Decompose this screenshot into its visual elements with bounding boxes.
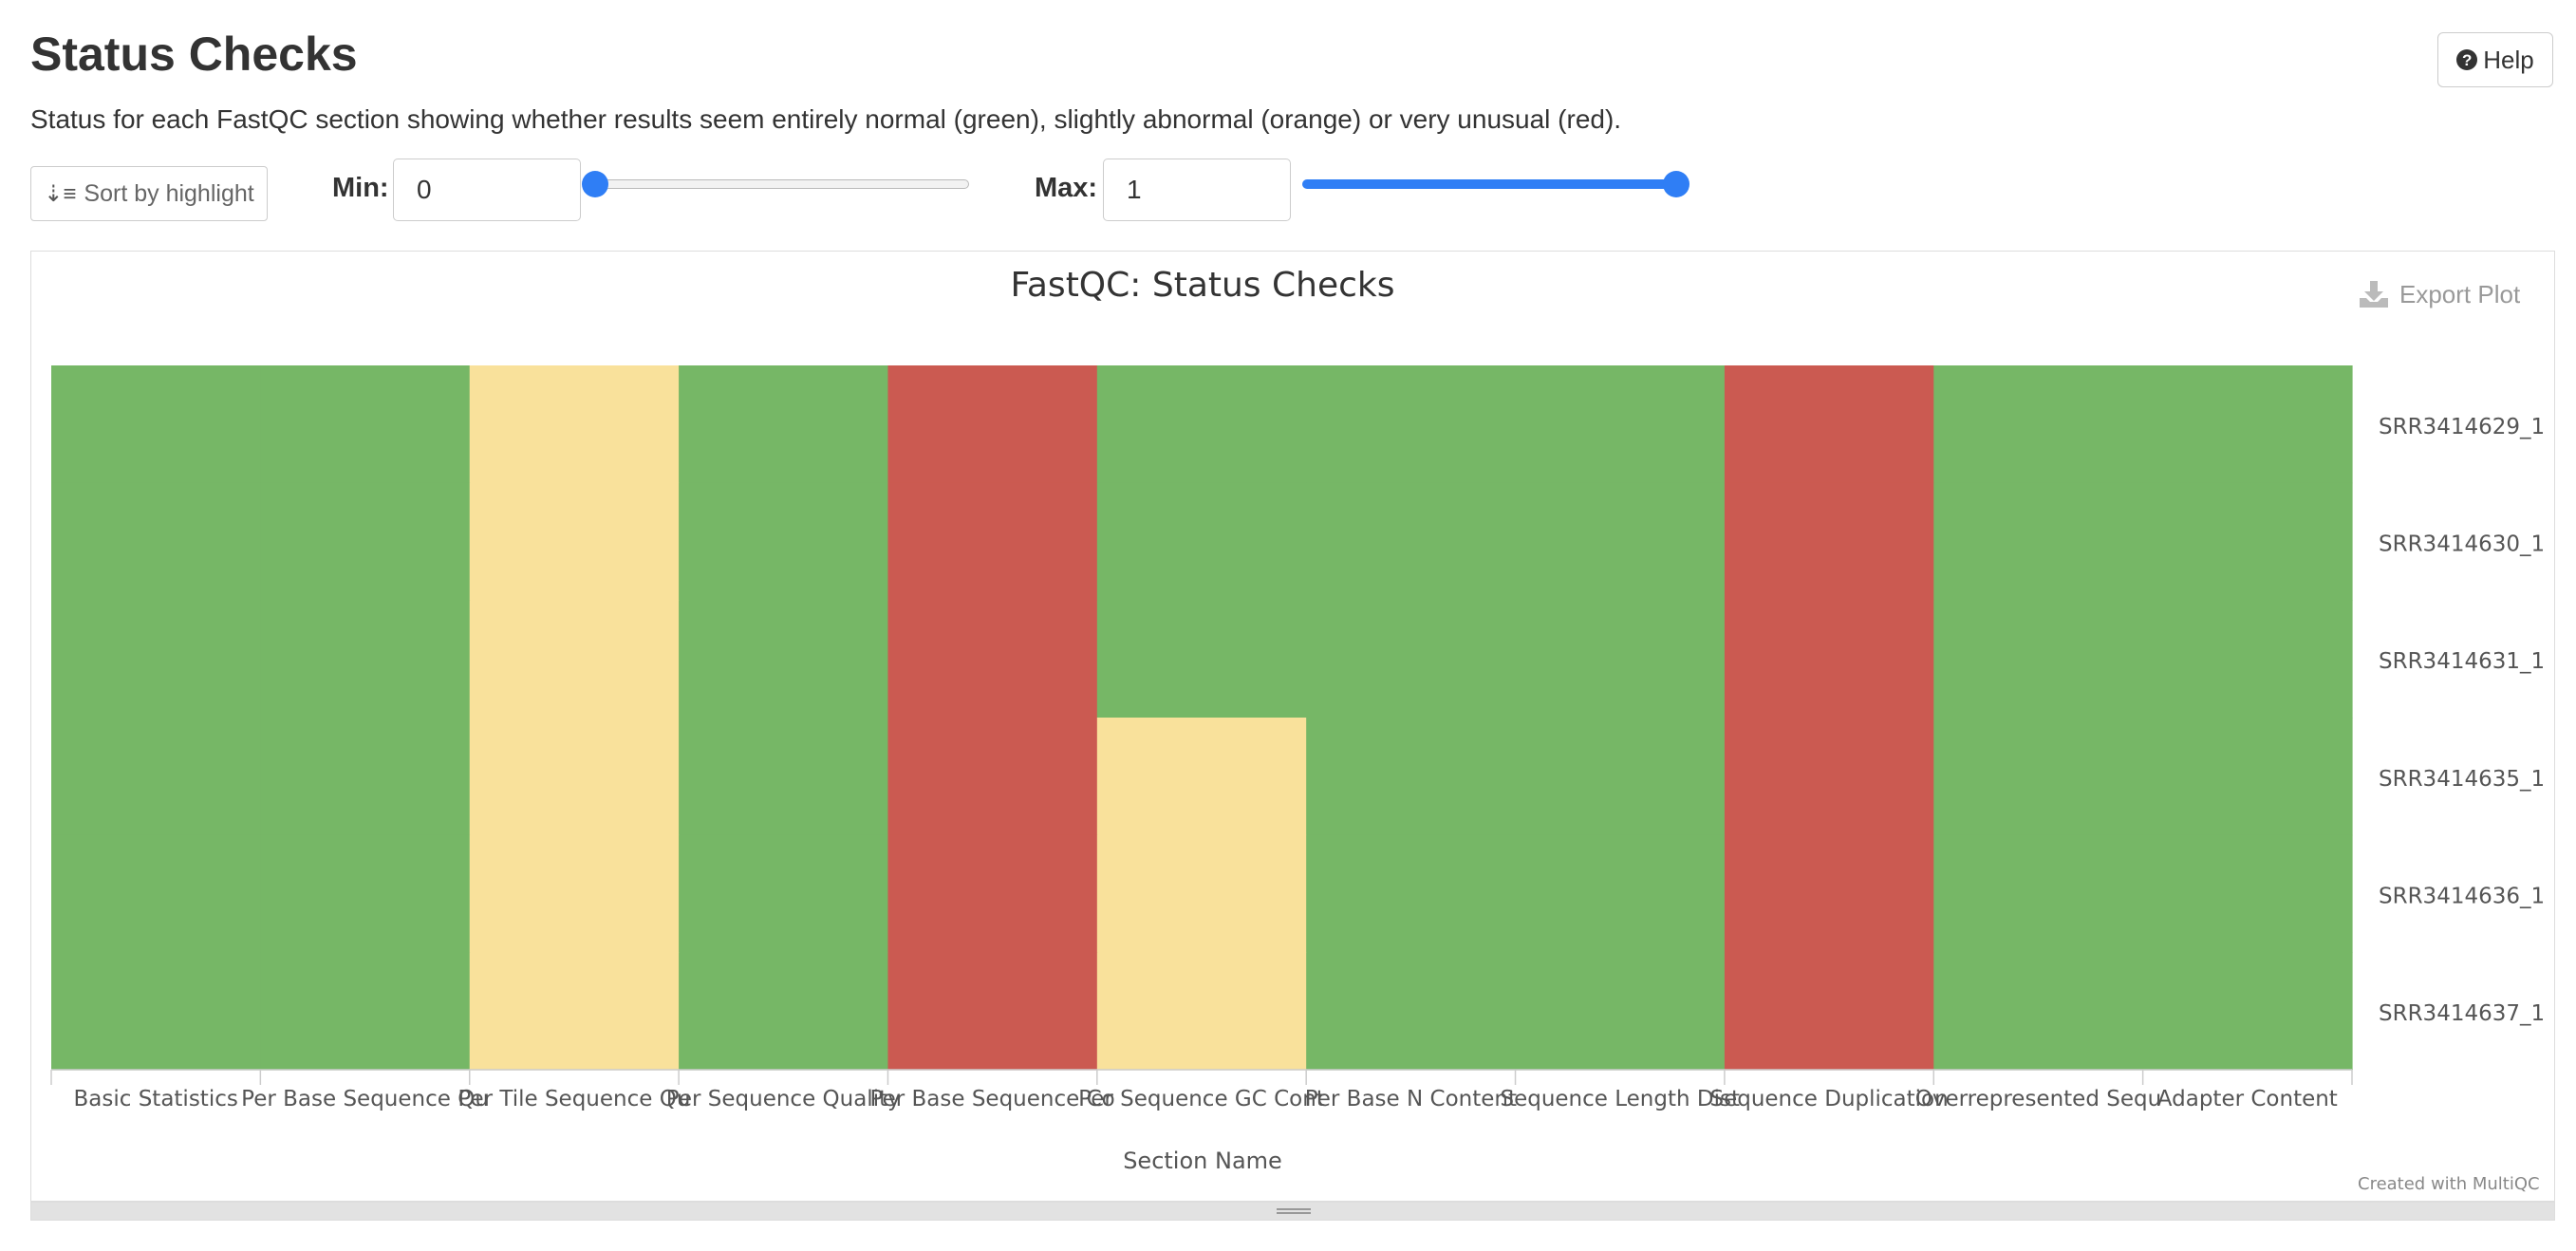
export-plot-label: Export Plot [2399, 279, 2521, 308]
heatmap-cell [2142, 600, 2353, 719]
heatmap-cell [1724, 718, 1934, 836]
x-tick-label: Sequence Length Dist [1500, 1087, 1740, 1111]
heatmap-cell [260, 600, 471, 719]
y-tick-label: SRR3414635_1 [2379, 767, 2545, 792]
heatmap-cell [469, 482, 680, 601]
heatmap-cell [679, 482, 889, 601]
heatmap-cell [469, 834, 680, 953]
y-tick-label: SRR3414630_1 [2379, 532, 2545, 557]
heatmap-cell [1515, 952, 1726, 1071]
heatmap-cell [51, 952, 261, 1071]
export-plot-button[interactable]: Export Plot [2358, 275, 2520, 313]
heatmap-cell [1515, 718, 1726, 836]
grip-line [1277, 1208, 1311, 1210]
heatmap-cell [469, 718, 680, 836]
heatmap-cell [1933, 952, 2144, 1071]
heatmap-cell [1724, 952, 1934, 1071]
multiqc-credit: Created with MultiQC [2358, 1174, 2540, 1194]
heatmap-cell [1306, 482, 1517, 601]
heatmap-cell [51, 718, 261, 836]
heatmap-cell [469, 600, 680, 719]
heatmap-cell [51, 834, 261, 953]
heatmap-cell [1096, 482, 1307, 601]
heatmap-cell [260, 365, 471, 484]
y-tick-label: SRR3414629_1 [2379, 415, 2545, 439]
heatmap-cell [679, 365, 889, 484]
heatmap-cell [2142, 365, 2353, 484]
heatmap-cell [1515, 834, 1726, 953]
heatmap-cell [1515, 365, 1726, 484]
heatmap-cell [1306, 600, 1517, 719]
x-tick-label: Per Base Sequence Qu [241, 1087, 489, 1111]
heatmap-cell [887, 952, 1098, 1071]
download-icon [2360, 281, 2388, 308]
heatmap-cell [1096, 834, 1307, 953]
heatmap-cell [679, 834, 889, 953]
heatmap-cell [1515, 600, 1726, 719]
heatmap-cell [1933, 718, 2144, 836]
y-tick-label: SRR3414636_1 [2379, 885, 2545, 909]
x-tick-label: Basic Statistics [74, 1087, 238, 1111]
plot-resize-handle[interactable] [30, 1202, 2555, 1221]
heatmap-cell [1724, 600, 1934, 719]
heatmap-cell [1096, 600, 1307, 719]
heatmap-cell [260, 718, 471, 836]
x-tick-label: Adapter Content [2157, 1087, 2338, 1111]
heatmap-cell [2142, 834, 2353, 953]
heatmap-cell [1515, 482, 1726, 601]
heatmap-cell [1933, 482, 2144, 601]
heatmap-cell [1933, 834, 2144, 953]
heatmap-cell [1096, 952, 1307, 1071]
x-tick-label: Overrepresented Sequ [1915, 1087, 2161, 1111]
heatmap-cell [1933, 365, 2144, 484]
heatmap-cell [887, 834, 1098, 953]
heatmap-cell [887, 600, 1098, 719]
heatmap-cell [1306, 718, 1517, 836]
heatmap-cell [1306, 952, 1517, 1071]
heatmap-cell [1306, 365, 1517, 484]
heatmap-cell [887, 718, 1098, 836]
heatmap-cell [469, 365, 680, 484]
y-tick-label: SRR3414631_1 [2379, 649, 2545, 674]
status-heatmap: FastQC: Status Checks SRR3414629_1 SRR3414… [50, 266, 2545, 1174]
heatmap-cell [2142, 482, 2353, 601]
heatmap-cell [51, 365, 261, 484]
heatmap-cell [1933, 600, 2144, 719]
heatmap-cell [887, 365, 1098, 484]
status-checks-page: Status Checks ? Help Status for each Fas… [0, 0, 2576, 1251]
grip-line [1277, 1212, 1311, 1214]
x-tick-label: Per Sequence GC Cont [1078, 1087, 1325, 1111]
heatmap-cell [1724, 365, 1934, 484]
heatmap-cell [1306, 834, 1517, 953]
heatmap-cell [1096, 718, 1307, 836]
heatmap-cell [469, 952, 680, 1071]
heatmap-cell [2142, 718, 2353, 836]
x-axis-title: Section Name [1123, 1148, 1282, 1174]
heatmap-cell [1724, 482, 1934, 601]
heatmap-cell [2142, 952, 2353, 1071]
x-tick-label: Sequence Duplication [1709, 1087, 1948, 1111]
heatmap-cell [1096, 365, 1307, 484]
heatmap-cell [679, 718, 889, 836]
heatmap-cell [679, 600, 889, 719]
heatmap-cell [260, 834, 471, 953]
heatmap-cell [887, 482, 1098, 601]
heatmap-cell [1724, 834, 1934, 953]
heatmap-cell [679, 952, 889, 1071]
heatmap-cell [51, 600, 261, 719]
heatmap-cell [260, 952, 471, 1071]
x-tick-label: Per Sequence Quality [666, 1087, 901, 1111]
x-tick-label: Per Base N Content [1305, 1087, 1517, 1111]
x-tick-label: Per Tile Sequence Qu [457, 1087, 690, 1111]
heatmap-cell [51, 482, 261, 601]
heatmap-cell [260, 482, 471, 601]
y-tick-label: SRR3414637_1 [2379, 1001, 2545, 1026]
chart-title: FastQC: Status Checks [1010, 266, 1394, 305]
